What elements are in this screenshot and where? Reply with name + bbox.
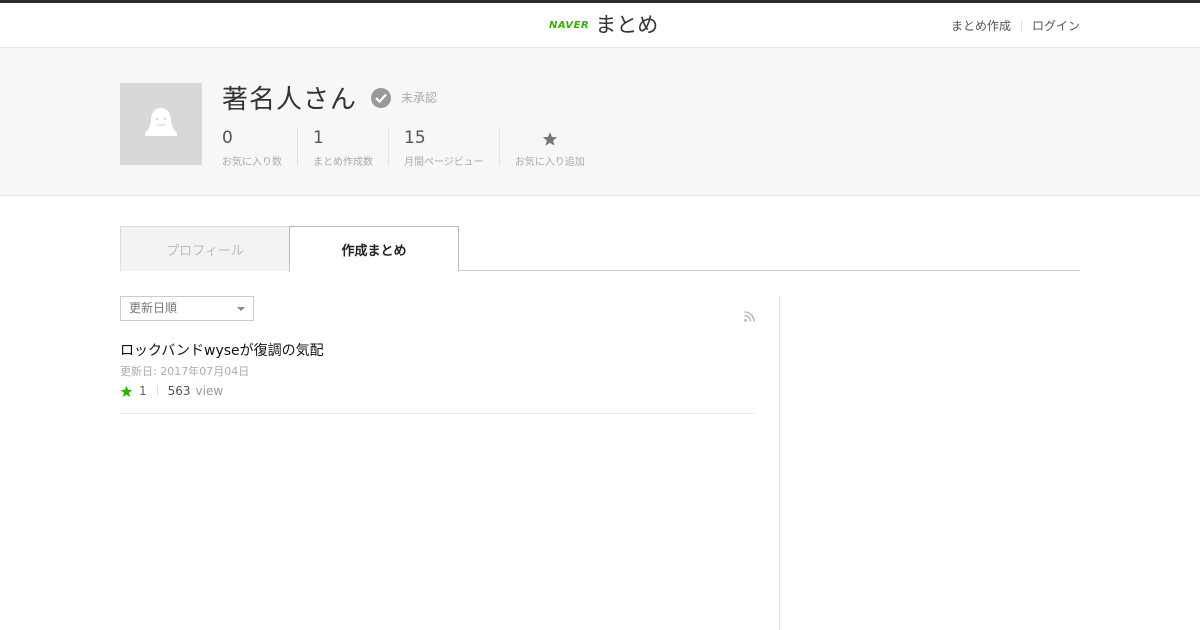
logo-matome-text: まとめ xyxy=(595,13,659,37)
matome-list-section: 更新日順 ロックバンドwyseが復調の気配 更新日: 2017年07月04日 1… xyxy=(120,296,755,414)
stat-matome-count: 1 まとめ作成数 xyxy=(297,128,388,168)
sidebar-divider xyxy=(779,296,780,630)
stat-value: 1 xyxy=(313,128,324,148)
matome-meta: 1 563 view xyxy=(120,384,755,398)
chevron-down-icon xyxy=(237,307,245,311)
view-label: view xyxy=(195,384,224,398)
favorite-count: 1 xyxy=(139,384,147,398)
verification-status: 未承認 xyxy=(401,91,438,105)
add-favorite-label: お気に入り追加 xyxy=(514,157,585,168)
list-item: ロックバンドwyseが復調の気配 更新日: 2017年07月04日 1 563 … xyxy=(120,342,755,414)
profile-name: 著名人さん xyxy=(222,85,358,115)
stat-monthly-pageviews: 15 月間ページビュー xyxy=(388,128,499,168)
rss-icon[interactable] xyxy=(744,307,755,326)
stat-label: まとめ作成数 xyxy=(313,157,373,168)
profile-tabs: プロフィール 作成まとめ xyxy=(120,226,1080,272)
stat-value: 15 xyxy=(404,128,426,148)
matome-updated-date: 更新日: 2017年07月04日 xyxy=(120,365,250,378)
tab-created-matome[interactable]: 作成まとめ xyxy=(289,226,459,272)
stat-value: 0 xyxy=(222,128,233,148)
stat-label: お気に入り数 xyxy=(222,157,282,168)
profile-name-row: 著名人さん 未承認 xyxy=(222,79,437,116)
stat-label: 月間ページビュー xyxy=(404,157,484,168)
view-count: 563 xyxy=(167,384,191,398)
avatar xyxy=(120,83,202,165)
sort-selected-value: 更新日順 xyxy=(129,301,178,315)
star-icon xyxy=(515,128,585,150)
create-matome-link[interactable]: まとめ作成 xyxy=(951,17,1011,34)
site-header: NAVER まとめ まとめ作成 ログイン xyxy=(0,3,1200,48)
site-logo[interactable]: NAVER まとめ xyxy=(549,11,658,39)
sort-select[interactable]: 更新日順 xyxy=(120,296,254,321)
add-favorite-button[interactable]: お気に入り追加 xyxy=(498,128,600,168)
meta-divider xyxy=(156,386,158,396)
user-silhouette-icon xyxy=(144,106,178,142)
nav-divider xyxy=(1020,20,1022,31)
check-circle-icon xyxy=(371,87,392,108)
logo-naver-text: NAVER xyxy=(549,19,590,31)
profile-banner: 著名人さん 未承認 0 お気に入り数 1 まとめ作成数 15 月間ページビュー xyxy=(0,48,1200,196)
matome-title-link[interactable]: ロックバンドwyseが復調の気配 xyxy=(120,342,755,360)
profile-stats: 0 お気に入り数 1 まとめ作成数 15 月間ページビュー お気に入り追加 xyxy=(222,128,600,168)
stat-favorites: 0 お気に入り数 xyxy=(222,128,297,168)
tab-profile[interactable]: プロフィール xyxy=(120,226,290,271)
star-icon xyxy=(120,385,133,398)
login-link[interactable]: ログイン xyxy=(1032,17,1080,34)
header-nav: まとめ作成 ログイン xyxy=(951,17,1080,34)
